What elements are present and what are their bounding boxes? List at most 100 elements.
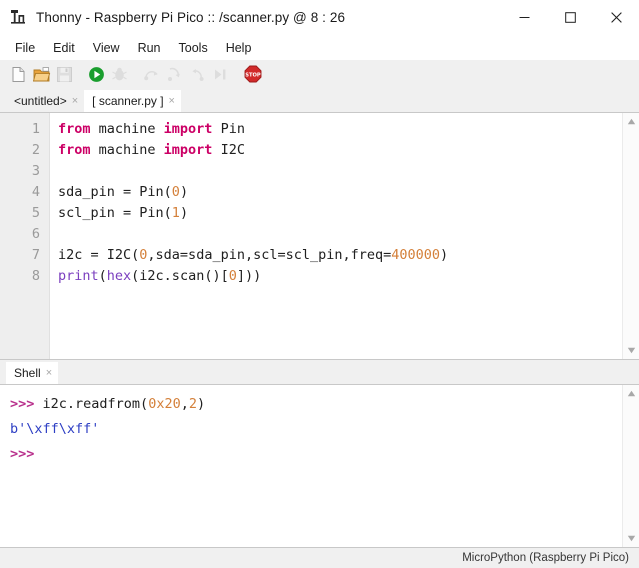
- shell-line: b'\xff\xff': [10, 417, 622, 442]
- close-icon[interactable]: ×: [169, 95, 175, 107]
- token-kw: import: [163, 121, 213, 137]
- token-kw: from: [58, 142, 91, 158]
- code-line: sda_pin = Pin(0): [58, 182, 622, 203]
- status-bar: MicroPython (Raspberry Pi Pico): [0, 548, 639, 568]
- token-plain: sda_pin = Pin(: [58, 184, 172, 200]
- token-plain: machine: [90, 142, 164, 158]
- menu-item-file[interactable]: File: [6, 38, 44, 58]
- token-plain: i2c = I2C(: [58, 247, 140, 263]
- code-line: i2c = I2C(0,sda=sda_pin,scl=scl_pin,freq…: [58, 245, 622, 266]
- menu-item-run[interactable]: Run: [129, 38, 170, 58]
- scroll-up-icon[interactable]: [625, 387, 638, 400]
- shell-output-area[interactable]: >>> i2c.readfrom(0x20,2) b'\xff\xff' >>>: [0, 385, 622, 547]
- line-number: 2: [31, 142, 40, 158]
- token-num: 1: [171, 205, 180, 221]
- token-prompt: >>>: [10, 396, 43, 412]
- step-into-icon: [164, 64, 185, 85]
- line-number: 5: [31, 205, 40, 221]
- toolbar: STOP: [0, 60, 639, 88]
- minimize-button[interactable]: [501, 0, 547, 36]
- token-num: 2: [188, 396, 197, 412]
- token-num: 0: [171, 184, 180, 200]
- code-text-area[interactable]: from machine import Pin from machine impo…: [50, 113, 622, 359]
- token-plain: I2C: [212, 142, 245, 158]
- line-number: 6: [31, 226, 40, 242]
- maximize-button[interactable]: [547, 0, 593, 36]
- line-number: 4: [31, 184, 40, 200]
- editor-tab-untitled-label: <untitled>: [14, 94, 67, 108]
- token-bif: hex: [106, 268, 132, 284]
- window-controls: [501, 0, 639, 36]
- shell-tab-strip: Shell ×: [0, 360, 639, 384]
- token-plain: ): [440, 247, 449, 263]
- svg-text:STOP: STOP: [245, 72, 261, 78]
- step-out-icon: [187, 64, 208, 85]
- menu-item-help[interactable]: Help: [217, 38, 261, 58]
- shell-line: >>> i2c.readfrom(0x20,2): [10, 392, 622, 417]
- scrollbar-track[interactable]: [625, 128, 638, 344]
- shell-tab-label: Shell: [14, 366, 41, 380]
- close-button[interactable]: [593, 0, 639, 36]
- code-line: print(hex(i2c.scan()[0])): [58, 266, 622, 287]
- code-line: scl_pin = Pin(1): [58, 203, 622, 224]
- editor-tab-strip: <untitled> × [ scanner.py ] ×: [0, 88, 639, 112]
- code-line: from machine import I2C: [58, 140, 622, 161]
- line-number: 7: [31, 247, 40, 263]
- code-editor: 1 2 3 4 5 6 7 8 from machine import Pin f…: [0, 112, 639, 360]
- token-out: b'\xff\xff': [10, 421, 100, 437]
- token-kw: from: [58, 121, 91, 137]
- editor-tab-untitled[interactable]: <untitled> ×: [6, 90, 85, 112]
- open-file-icon[interactable]: [31, 64, 52, 85]
- shell-panel: >>> i2c.readfrom(0x20,2) b'\xff\xff' >>>: [0, 384, 639, 548]
- menu-item-view[interactable]: View: [84, 38, 129, 58]
- scroll-down-icon[interactable]: [625, 532, 638, 545]
- stop-icon[interactable]: STOP: [242, 64, 263, 85]
- token-plain: ,: [180, 396, 189, 412]
- token-num: 0x20: [148, 396, 181, 412]
- step-over-icon: [141, 64, 162, 85]
- debug-icon: [109, 64, 130, 85]
- token-plain: (: [98, 268, 107, 284]
- token-plain: machine: [90, 121, 164, 137]
- token-plain: i2c.readfrom(: [42, 396, 149, 412]
- interpreter-status[interactable]: MicroPython (Raspberry Pi Pico): [462, 552, 629, 564]
- menu-bar: File Edit View Run Tools Help: [0, 36, 639, 60]
- shell-line: >>>: [10, 442, 622, 467]
- scroll-up-icon[interactable]: [625, 115, 638, 128]
- line-number-gutter: 1 2 3 4 5 6 7 8: [0, 113, 50, 359]
- title-bar: Thonny - Raspberry Pi Pico :: /scanner.p…: [0, 0, 639, 36]
- shell-tab[interactable]: Shell ×: [6, 362, 59, 384]
- token-plain: scl_pin = Pin(: [58, 205, 172, 221]
- close-icon[interactable]: ×: [46, 367, 52, 379]
- editor-tab-scanner-label: [ scanner.py ]: [92, 94, 164, 108]
- shell-scrollbar[interactable]: [622, 385, 639, 547]
- new-file-icon[interactable]: [8, 64, 29, 85]
- token-plain: Pin: [212, 121, 245, 137]
- close-icon[interactable]: ×: [72, 95, 78, 107]
- token-num: 400000: [391, 247, 441, 263]
- code-line: from machine import Pin: [58, 119, 622, 140]
- token-num: 0: [228, 268, 237, 284]
- scrollbar-track[interactable]: [625, 400, 638, 532]
- token-plain: (i2c.scan()[: [131, 268, 229, 284]
- token-kw: import: [163, 142, 213, 158]
- menu-item-edit[interactable]: Edit: [44, 38, 84, 58]
- token-prompt: >>>: [10, 446, 35, 462]
- line-number: 8: [31, 268, 40, 284]
- line-number: 1: [31, 121, 40, 137]
- run-icon[interactable]: [86, 64, 107, 85]
- token-plain: ): [179, 205, 189, 221]
- thonny-logo-icon: [9, 9, 27, 27]
- thonny-window: Thonny - Raspberry Pi Pico :: /scanner.p…: [0, 0, 639, 568]
- save-file-icon: [54, 64, 75, 85]
- window-title: Thonny - Raspberry Pi Pico :: /scanner.p…: [36, 10, 346, 25]
- editor-tab-scanner[interactable]: [ scanner.py ] ×: [84, 90, 181, 112]
- line-number: 3: [31, 163, 40, 179]
- menu-item-tools[interactable]: Tools: [170, 38, 217, 58]
- resume-icon: [210, 64, 231, 85]
- editor-scrollbar[interactable]: [622, 113, 639, 359]
- token-plain: ): [179, 184, 189, 200]
- scroll-down-icon[interactable]: [625, 344, 638, 357]
